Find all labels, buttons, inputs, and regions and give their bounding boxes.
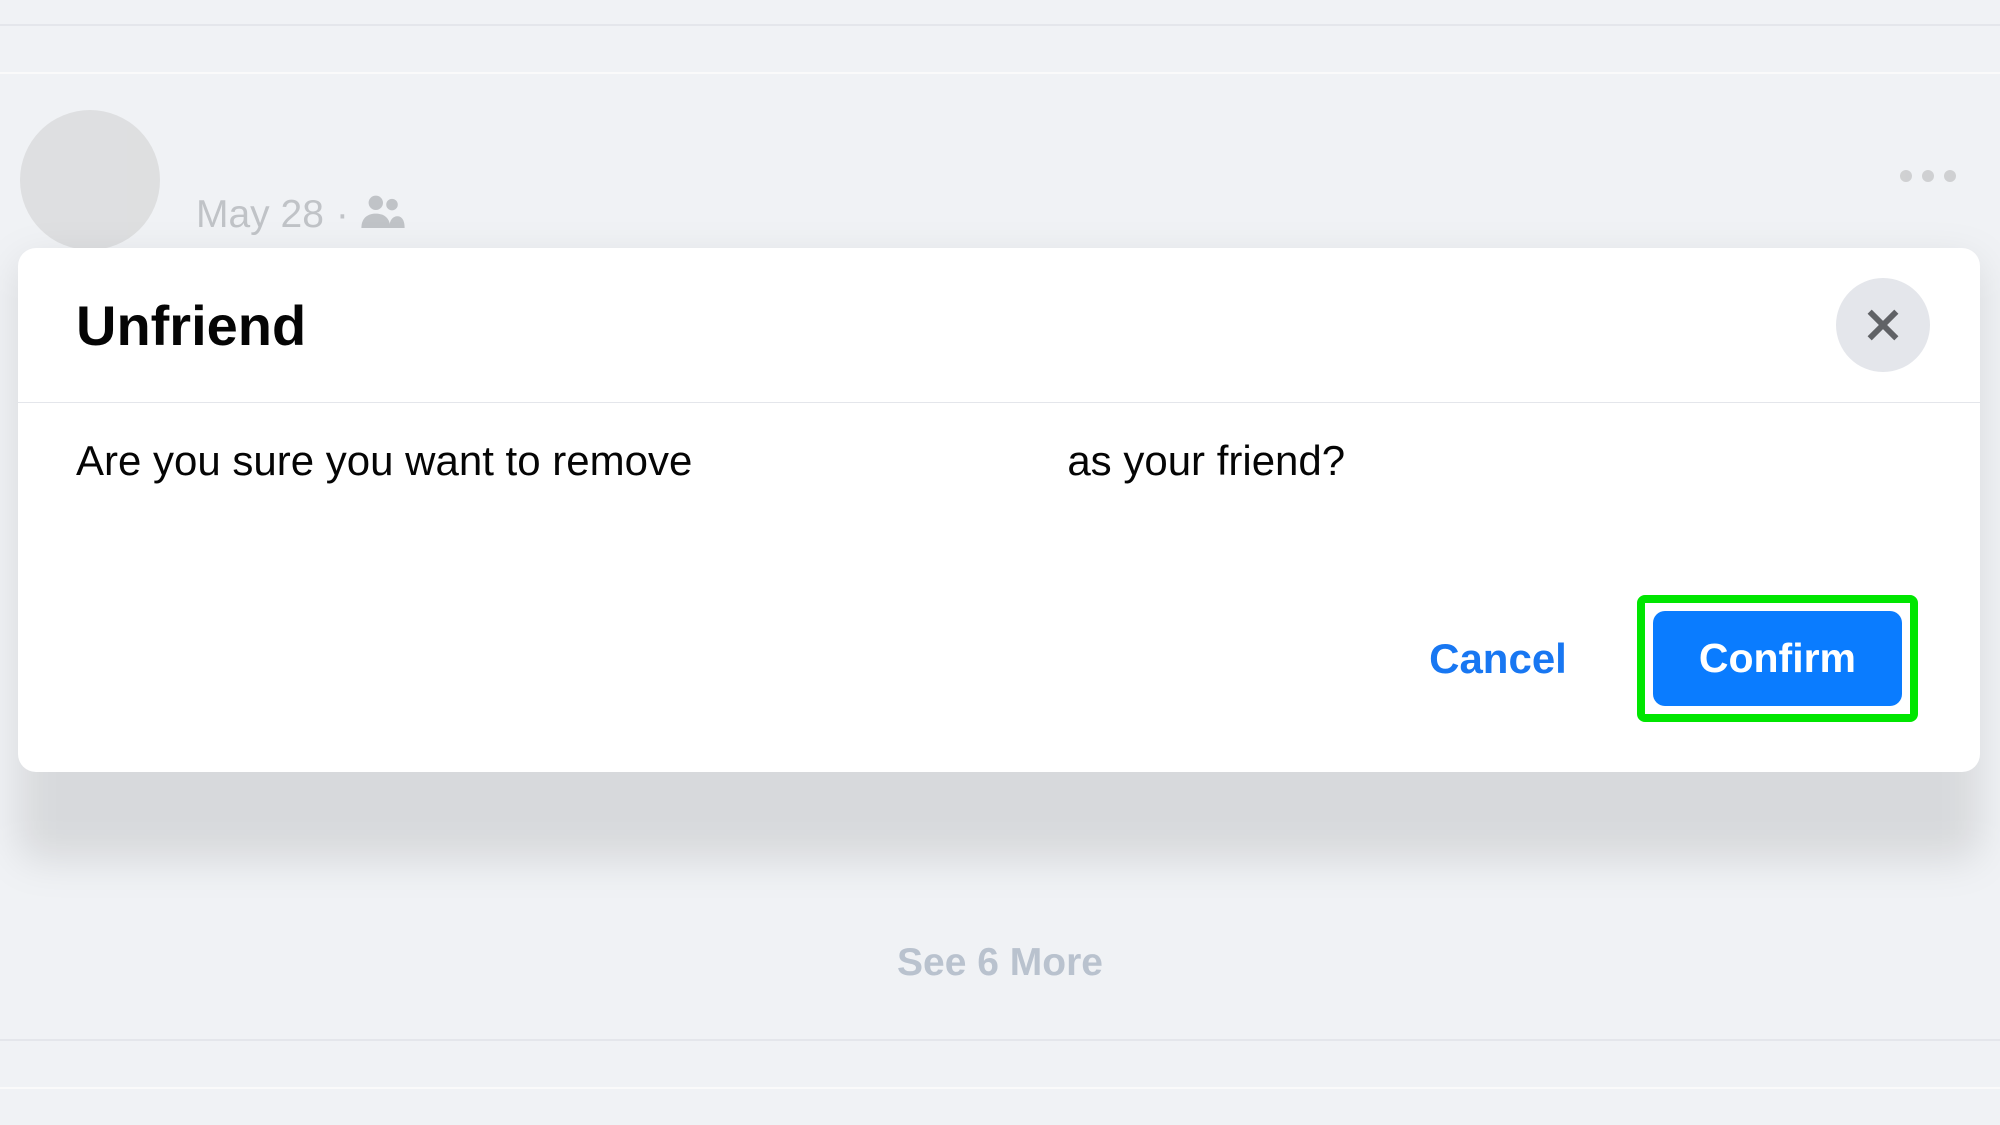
- modal-header: Unfriend: [18, 248, 1980, 403]
- meta-separator: ·: [336, 193, 349, 237]
- friends-audience-icon: [361, 192, 405, 238]
- confirm-highlight: Confirm: [1637, 595, 1918, 722]
- post-overflow-button[interactable]: [1900, 170, 1956, 182]
- divider: [0, 72, 2000, 74]
- message-prefix: Are you sure you want to remove: [76, 437, 692, 485]
- avatar: [20, 110, 160, 250]
- post-date: May 28: [196, 193, 324, 237]
- modal-message: Are you sure you want to remove as your …: [76, 437, 1922, 485]
- modal-body: Are you sure you want to remove as your …: [18, 403, 1980, 772]
- confirm-button[interactable]: Confirm: [1653, 611, 1902, 706]
- cancel-button[interactable]: Cancel: [1409, 621, 1587, 697]
- unfriend-modal: Unfriend Are you sure you want to remove…: [18, 248, 1980, 772]
- overflow-dot-icon: [1900, 170, 1912, 182]
- post-header: May 28 ·: [20, 110, 405, 250]
- divider: [0, 1039, 2000, 1041]
- overflow-dot-icon: [1922, 170, 1934, 182]
- overflow-dot-icon: [1944, 170, 1956, 182]
- divider: [0, 1087, 2000, 1089]
- see-more-link[interactable]: See 6 More: [897, 941, 1103, 985]
- divider: [0, 24, 2000, 26]
- redacted-name: [702, 437, 1057, 485]
- modal-title: Unfriend: [76, 293, 306, 358]
- close-icon: [1863, 305, 1903, 345]
- post-meta: May 28 ·: [196, 192, 405, 238]
- message-suffix: as your friend?: [1067, 437, 1345, 485]
- modal-actions: Cancel Confirm: [76, 595, 1922, 722]
- close-button[interactable]: [1836, 278, 1930, 372]
